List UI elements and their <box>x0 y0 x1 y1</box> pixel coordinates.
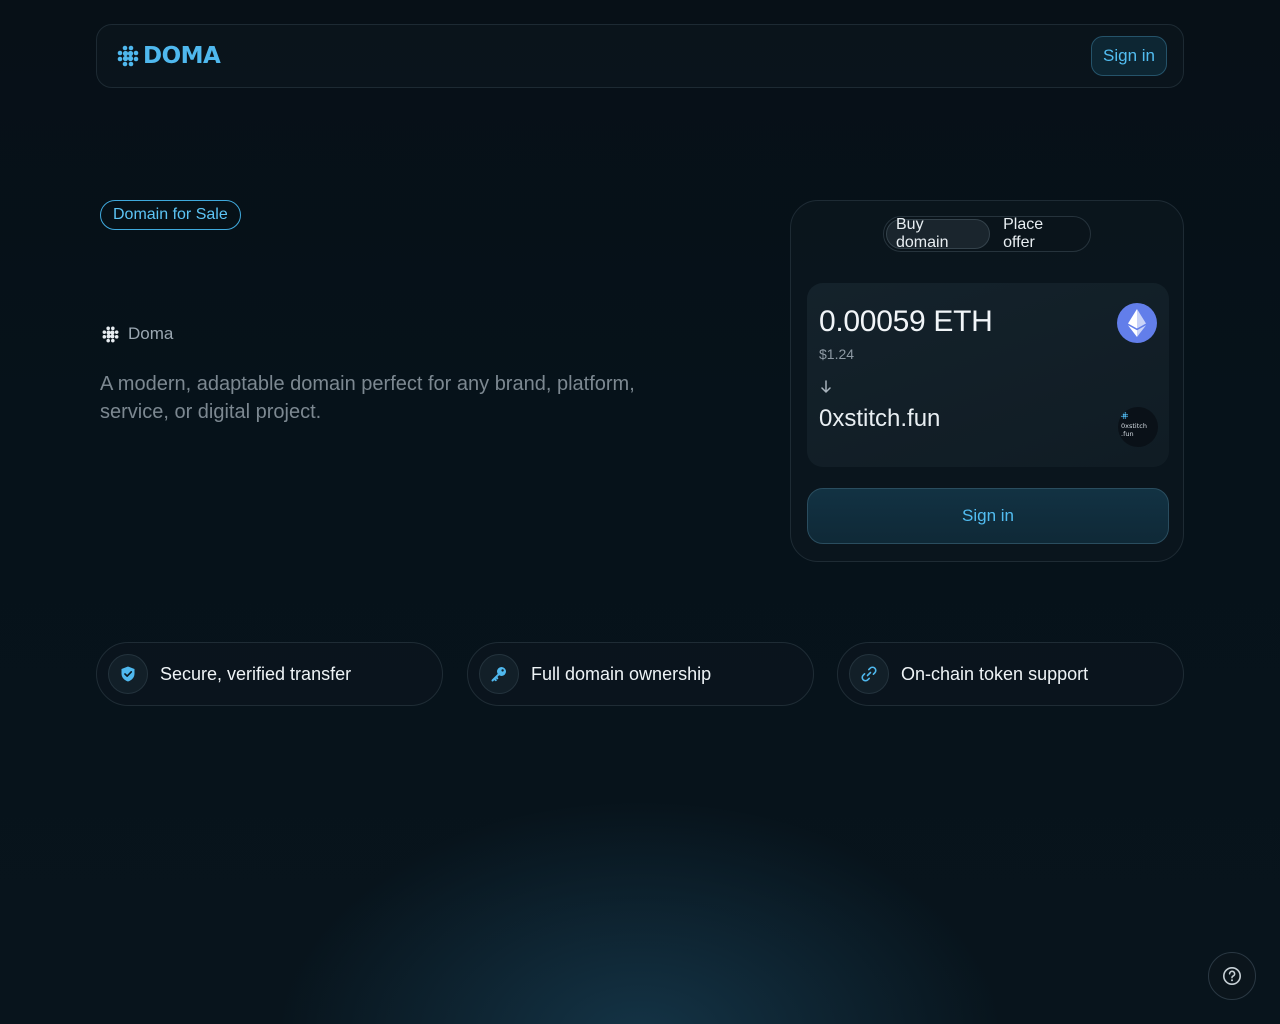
ethereum-icon <box>1117 303 1157 343</box>
feature-label: Full domain ownership <box>531 663 712 684</box>
question-mark-icon <box>1223 967 1241 985</box>
doma-logo-icon <box>117 45 139 67</box>
top-nav: DOMA Sign in <box>96 24 1184 88</box>
fiat-price: $1.24 <box>819 346 855 362</box>
feature-token-support: On-chain token support <box>837 642 1184 706</box>
doma-mark-icon <box>1121 412 1128 419</box>
feature-label: On-chain token support <box>901 663 1089 684</box>
brand-line: Doma <box>102 324 173 344</box>
price-amount: 0.00059 ETH <box>819 305 993 338</box>
price-quote-panel: 0.00059 ETH $1.24 0xstitch.fun 0xstitch … <box>807 283 1169 467</box>
domain-name: 0xstitch.fun <box>819 405 941 432</box>
logo-wordmark: DOMA <box>143 43 221 69</box>
header-sign-in-button[interactable]: Sign in <box>1091 36 1167 76</box>
doma-mark-icon <box>102 326 119 342</box>
doma-logo[interactable]: DOMA <box>117 43 221 69</box>
tab-place-offer[interactable]: Place offer <box>994 216 1088 251</box>
domain-thumbnail: 0xstitch .fun <box>1118 407 1158 447</box>
purchase-card: Buy domain Place offer 0.00059 ETH $1.24… <box>790 200 1184 562</box>
arrow-down-icon <box>821 380 831 393</box>
thumbnail-text-line: .fun <box>1121 430 1134 438</box>
tab-buy-domain[interactable]: Buy domain <box>886 216 991 251</box>
shield-check-icon <box>108 654 148 694</box>
feature-full-ownership: Full domain ownership <box>467 642 814 706</box>
link-icon <box>849 654 889 694</box>
brand-name: Doma <box>128 324 174 343</box>
feature-secure-transfer: Secure, verified transfer <box>96 642 443 706</box>
card-sign-in-button[interactable]: Sign in <box>807 488 1169 544</box>
domain-for-sale-badge: Domain for Sale <box>100 200 241 230</box>
key-icon <box>479 654 519 694</box>
domain-description: A modern, adaptable domain perfect for a… <box>100 373 635 423</box>
thumbnail-text-line: 0xstitch <box>1121 422 1147 430</box>
help-button[interactable] <box>1208 952 1256 1000</box>
feature-label: Secure, verified transfer <box>160 663 352 684</box>
purchase-mode-toggle: Buy domain Place offer <box>883 216 1091 252</box>
thumbnail-text: 0xstitch .fun <box>1121 422 1147 438</box>
